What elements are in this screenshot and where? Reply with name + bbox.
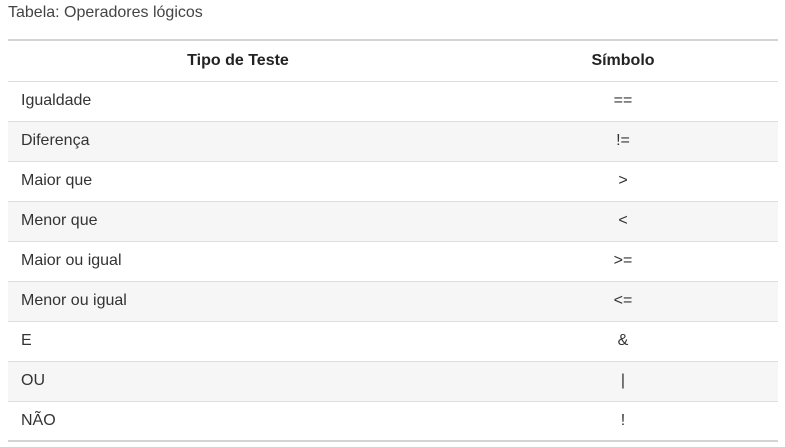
- symbol-cell: <=: [613, 292, 633, 309]
- logical-operators-table: Tipo de Teste Símbolo Igualdade == Difer…: [8, 39, 778, 442]
- table-row: Diferença !=: [8, 121, 778, 161]
- test-type-cell: OU: [21, 372, 45, 389]
- test-type-cell: Maior que: [21, 172, 93, 189]
- symbol-cell: >: [618, 172, 628, 189]
- symbol-cell: !: [620, 411, 626, 429]
- table-row: Maior ou igual >=: [8, 241, 778, 281]
- symbol-cell: >=: [613, 252, 633, 269]
- table-row: NÃO !: [8, 401, 778, 441]
- header-symbol: Símbolo: [468, 40, 778, 82]
- table-row: Menor que <: [8, 201, 778, 241]
- symbol-cell: |: [620, 372, 626, 389]
- table-row: Igualdade ==: [8, 81, 778, 121]
- test-type-cell: Igualdade: [21, 92, 92, 109]
- test-type-cell: Diferença: [21, 132, 90, 149]
- symbol-cell: &: [617, 332, 629, 349]
- header-test-type: Tipo de Teste: [8, 40, 468, 82]
- header-row: Tipo de Teste Símbolo: [8, 40, 778, 82]
- test-type-cell: E: [21, 332, 32, 349]
- symbol-cell: <: [618, 212, 628, 229]
- table-row: E &: [8, 321, 778, 361]
- table-row: OU |: [8, 361, 778, 401]
- test-type-cell: Menor que: [21, 212, 98, 229]
- test-type-cell: Maior ou igual: [21, 252, 122, 269]
- test-type-cell: Menor ou igual: [21, 292, 127, 309]
- test-type-cell: NÃO: [21, 411, 56, 429]
- table-row: Menor ou igual <=: [8, 281, 778, 321]
- table-body: Igualdade == Diferença != Maior que > Me…: [8, 81, 778, 441]
- symbol-cell: !=: [616, 132, 630, 149]
- symbol-cell: ==: [613, 92, 633, 109]
- table-caption: Tabela: Operadores lógicos: [8, 4, 203, 21]
- table-row: Maior que >: [8, 161, 778, 201]
- table-header: Tipo de Teste Símbolo: [8, 40, 778, 82]
